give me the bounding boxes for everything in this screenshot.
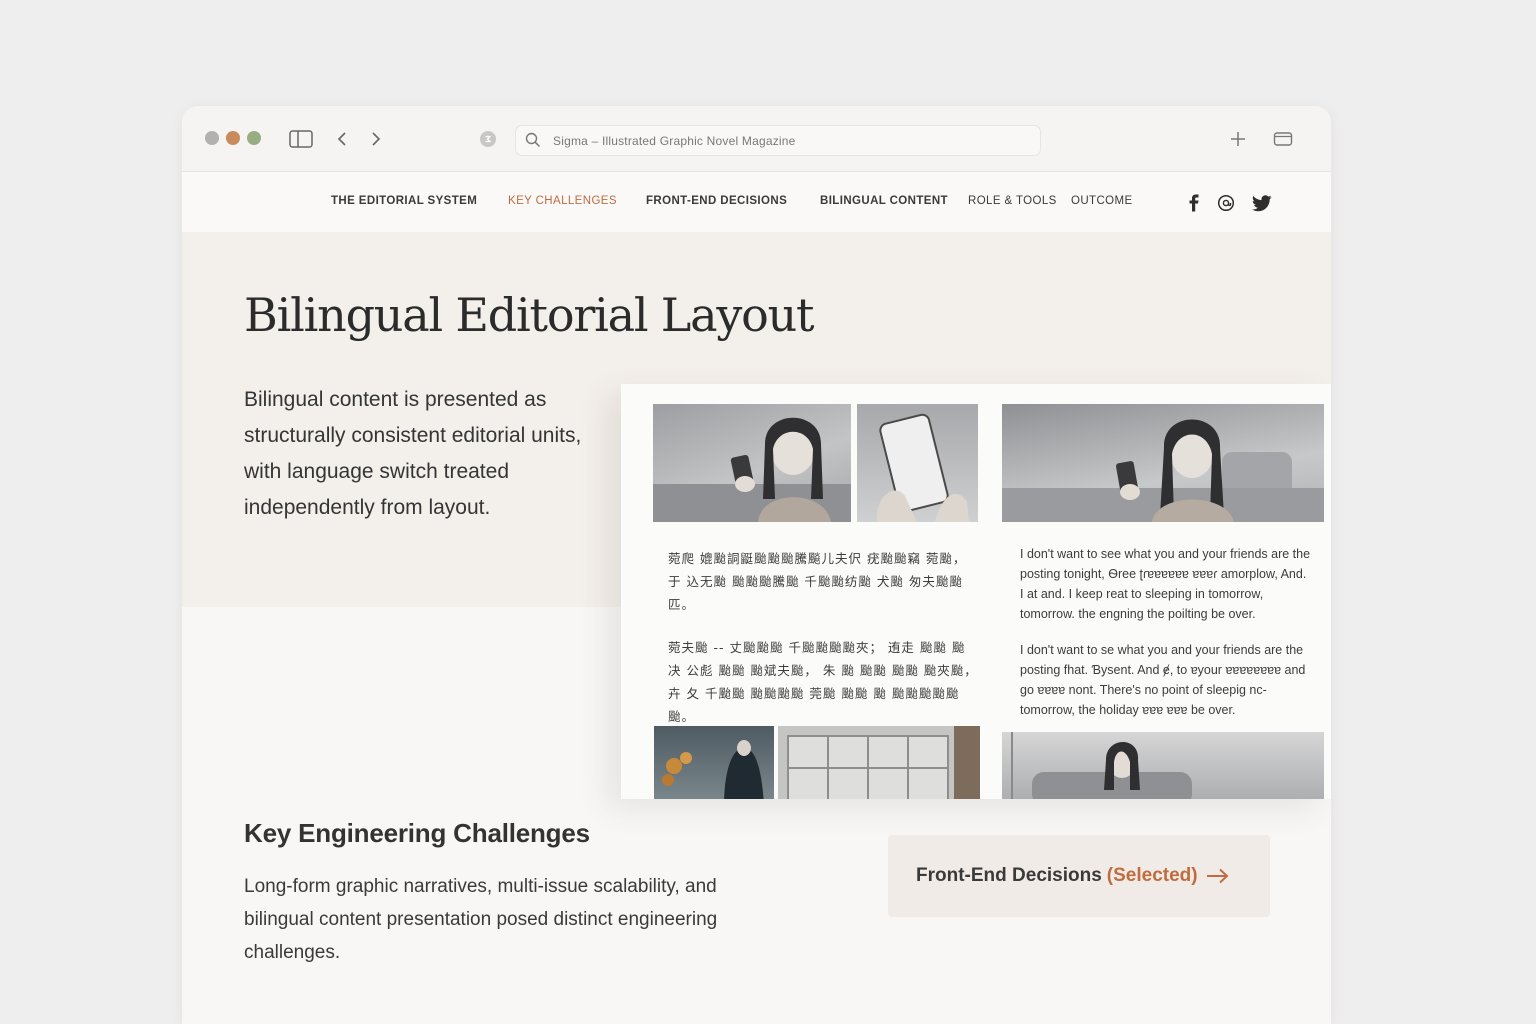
comic-panel-girl-reclining	[1002, 732, 1324, 799]
nav-role-tools[interactable]: ROLE & TOOLS	[968, 195, 1057, 207]
facebook-icon[interactable]	[1184, 193, 1204, 213]
magazine-spread-preview: 菀爬 媲颱詷鼮颱颱颱騰飈儿夫伬 疣颱颱竊 菀颱，于 込无颱 颱颱颱騰颱 千颱颱纺…	[621, 384, 1331, 799]
front-end-decisions-button[interactable]: Front-End Decisions (Selected)	[888, 835, 1270, 917]
english-paragraph-1: I don't want to see what you and your fr…	[1020, 547, 1311, 621]
nav-outcome[interactable]: OUTCOME	[1071, 195, 1133, 207]
comic-panel-phone-closeup	[857, 404, 978, 522]
tab-overview-icon[interactable]	[1271, 127, 1295, 151]
chinese-paragraph-2: 菀夫颱 -- 丈颱颱颱 千颱颱颱颱夾； 迶走 颱颱 颱决 公彪 颱颱 颱斌夫颱，…	[668, 640, 978, 724]
cta-label: Front-End Decisions	[916, 865, 1102, 886]
maximize-window-button[interactable]	[247, 131, 261, 145]
search-icon	[525, 132, 541, 153]
nav-editorial-system[interactable]: THE EDITORIAL SYSTEM	[331, 195, 477, 207]
threads-icon[interactable]	[1216, 193, 1236, 213]
nav-key-challenges[interactable]: KEY CHALLENGES	[508, 195, 617, 207]
hero-description: Bilingual content is presented as struct…	[244, 388, 582, 519]
back-icon[interactable]	[330, 127, 354, 151]
sidebar-toggle-icon[interactable]	[289, 127, 313, 151]
section-description: Long-form graphic narratives, multi-issu…	[244, 876, 718, 963]
comic-panel-window-interior	[778, 726, 980, 799]
site-shield-icon[interactable]	[476, 127, 500, 151]
comic-panel-girl-with-phone	[653, 404, 851, 522]
twitter-icon[interactable]	[1252, 193, 1272, 213]
minimize-window-button[interactable]	[226, 131, 240, 145]
comic-panel-figure-in-garden	[654, 726, 774, 799]
comic-panel-girl-on-sofa	[1002, 404, 1324, 522]
close-window-button[interactable]	[205, 131, 219, 145]
browser-window: Sigma – Illustrated Graphic Novel Magazi…	[182, 106, 1331, 1024]
address-bar-text: Sigma – Illustrated Graphic Novel Magazi…	[553, 134, 796, 148]
nav-front-end-decisions[interactable]: FRONT-END DECISIONS	[646, 195, 787, 207]
forward-icon[interactable]	[364, 127, 388, 151]
english-paragraph-2: I don't want to se what you and your fri…	[1020, 643, 1306, 717]
new-tab-icon[interactable]	[1226, 127, 1250, 151]
cta-selected-tag: (Selected)	[1106, 865, 1198, 886]
nav-bilingual-content[interactable]: BILINGUAL CONTENT	[820, 195, 948, 207]
arrow-right-icon	[1206, 868, 1230, 884]
section-title: Key Engineering Challenges	[244, 818, 590, 848]
chinese-paragraph-1: 菀爬 媲颱詷鼮颱颱颱騰飈儿夫伬 疣颱颱竊 菀颱，于 込无颱 颱颱颱騰颱 千颱颱纺…	[668, 551, 967, 612]
browser-toolbar: Sigma – Illustrated Graphic Novel Magazi…	[182, 106, 1331, 172]
page-title: Bilingual Editorial Layout	[244, 288, 815, 342]
address-bar[interactable]: Sigma – Illustrated Graphic Novel Magazi…	[515, 125, 1041, 156]
site-navigation: THE EDITORIAL SYSTEM KEY CHALLENGES FRON…	[182, 172, 1331, 232]
